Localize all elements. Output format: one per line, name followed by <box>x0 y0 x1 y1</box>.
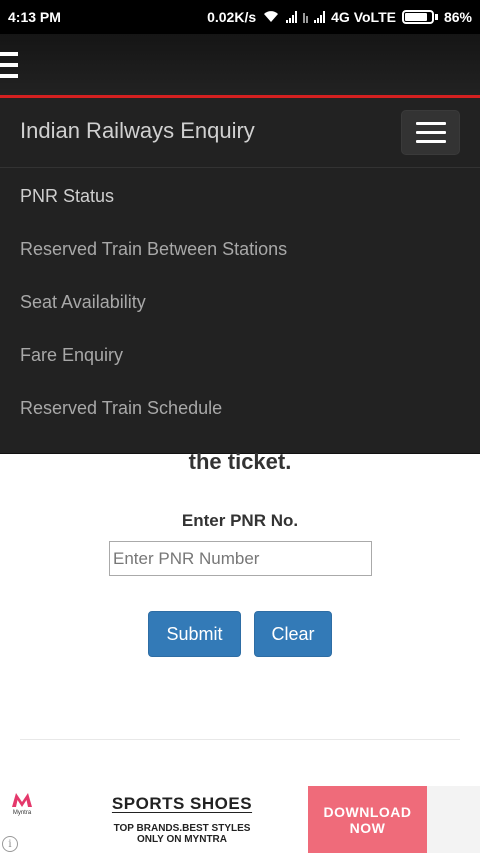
ad-cta-line2: NOW <box>349 819 386 836</box>
ad-info-icon[interactable]: i <box>2 836 18 852</box>
status-indicators: 0.02K/s 4G VoLTE 86% <box>207 9 472 25</box>
myntra-logo-icon <box>12 793 32 807</box>
nav-divider <box>0 167 480 168</box>
battery-percent: 86% <box>443 9 472 25</box>
app-top-bar <box>0 34 480 96</box>
ad-side-panel <box>427 786 480 853</box>
navbar: Indian Railways Enquiry PNR Status Reser… <box>0 98 480 454</box>
navbar-brand[interactable]: Indian Railways Enquiry <box>20 118 255 144</box>
page-heading: the ticket. <box>188 449 292 474</box>
nav-item-reserved-train-schedule[interactable]: Reserved Train Schedule <box>0 382 480 435</box>
battery-icon <box>401 10 438 24</box>
hamburger-icon <box>415 122 446 125</box>
nav-item-reserved-train-between-stations[interactable]: Reserved Train Between Stations <box>0 223 480 276</box>
myntra-logo: Myntra <box>8 792 36 816</box>
ad-subtext-line1: TOP BRANDS.BEST STYLES <box>113 823 251 834</box>
status-bar: 4:13 PM 0.02K/s 4G VoLTE 86% <box>0 0 480 34</box>
pnr-label: Enter PNR No. <box>181 511 299 530</box>
nav-item-fare-enquiry[interactable]: Fare Enquiry <box>0 329 480 382</box>
wifi-icon <box>264 11 279 22</box>
ad-brand: Myntra <box>12 810 32 816</box>
app-menu-icon[interactable] <box>0 52 18 78</box>
content-divider <box>20 739 460 740</box>
nav-menu: PNR Status Reserved Train Between Statio… <box>0 170 480 435</box>
submit-button[interactable]: Submit <box>148 611 241 657</box>
status-time: 4:13 PM <box>8 9 61 25</box>
nav-item-seat-availability[interactable]: Seat Availability <box>0 276 480 329</box>
pnr-input[interactable] <box>109 541 372 576</box>
ad-download-button[interactable]: DOWNLOAD NOW <box>308 786 427 853</box>
clear-button[interactable]: Clear <box>254 611 332 657</box>
signal-icon <box>286 11 298 23</box>
navbar-toggle-button[interactable] <box>401 110 460 155</box>
ad-subtext: TOP BRANDS.BEST STYLES ONLY ON MYNTRA <box>100 823 264 845</box>
nav-item-pnr-status[interactable]: PNR Status <box>0 170 480 223</box>
network-speed: 0.02K/s <box>207 9 257 25</box>
ad-headline: SPORTS SHOES <box>111 794 253 813</box>
ad-cta-line1: DOWNLOAD <box>323 803 412 820</box>
signal-icon-2 <box>314 11 326 23</box>
network-type: 4G VoLTE <box>331 9 396 25</box>
ad-banner[interactable]: Myntra SPORTS SHOES TOP BRANDS.BEST STYL… <box>0 786 480 853</box>
data-arrows-icon <box>303 11 309 23</box>
ad-subtext-line2: ONLY ON MYNTRA <box>136 834 227 845</box>
